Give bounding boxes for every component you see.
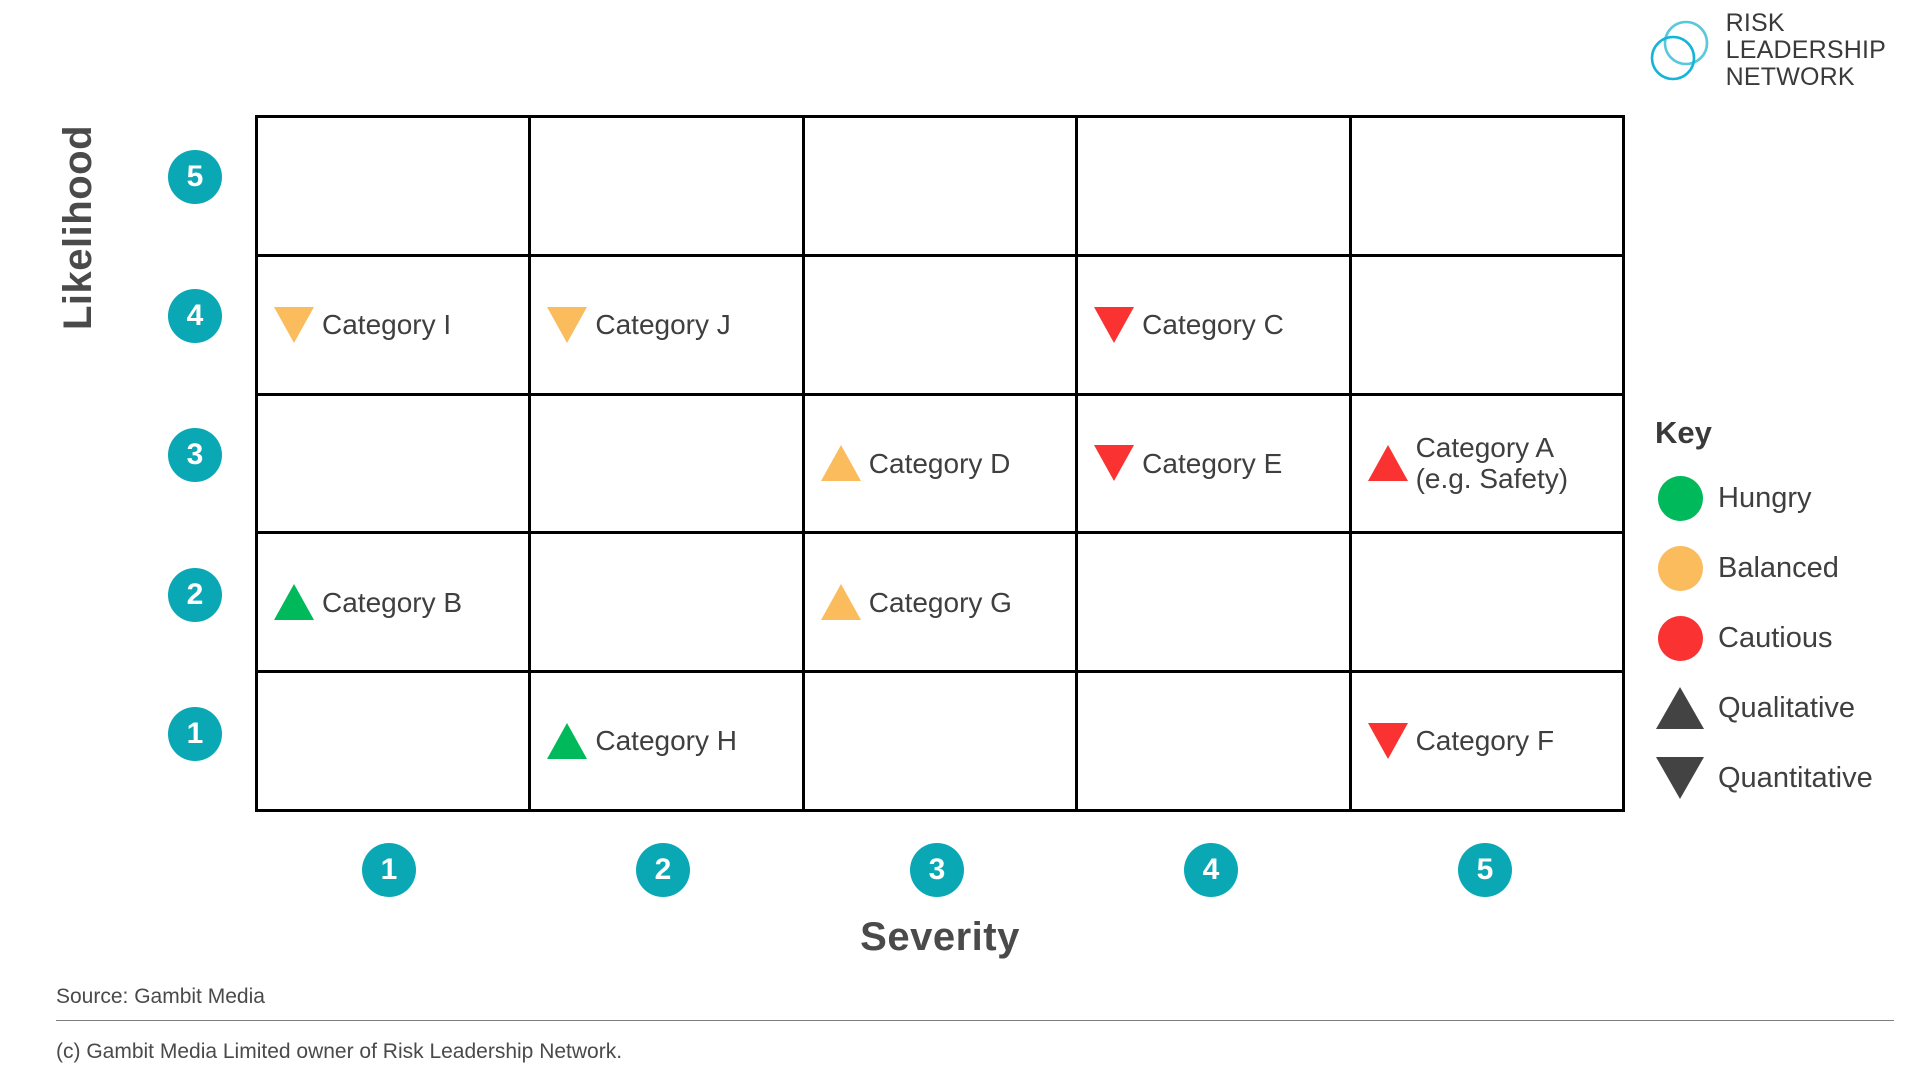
- y-axis-tick-4: 4: [168, 289, 222, 343]
- risk-matrix: Category I Category J Category C Categor…: [254, 115, 1626, 812]
- legend-label-hungry: Hungry: [1718, 481, 1812, 514]
- marker-quantitative-cautious-icon: [1094, 445, 1135, 482]
- cell-s2-l3[interactable]: [528, 392, 805, 535]
- cell-s3-l4[interactable]: [801, 253, 1079, 396]
- marker-quantitative-cautious-icon: [1367, 723, 1408, 760]
- cell-s2-l4[interactable]: Category J: [528, 253, 805, 396]
- x-axis-tick-1: 1: [362, 843, 416, 897]
- cell-s3-l2[interactable]: Category G: [801, 531, 1079, 674]
- legend-item-quantitative[interactable]: Quantitative: [1655, 743, 1905, 813]
- marker-label-category-d: Category D: [868, 447, 1011, 479]
- cell-s1-l2[interactable]: Category B: [254, 531, 532, 674]
- legend-key: Key Hungry Balanced Cautious Qualitative…: [1655, 415, 1905, 813]
- matrix-row-likelihood-1: Category H Category F: [254, 670, 1626, 812]
- legend-item-balanced[interactable]: Balanced: [1655, 533, 1905, 603]
- triangle-down-icon: [1656, 757, 1704, 799]
- marker-qualitative-hungry-icon: [274, 584, 314, 621]
- cell-s1-l4[interactable]: Category I: [254, 253, 532, 396]
- copyright-note: (c) Gambit Media Limited owner of Risk L…: [56, 1040, 623, 1063]
- marker-qualitative-hungry-icon: [547, 723, 588, 760]
- marker-label-category-c: Category C: [1142, 309, 1284, 340]
- marker-quantitative-cautious-icon: [1094, 306, 1135, 343]
- cell-s1-l3[interactable]: [254, 392, 532, 535]
- cell-s3-l5[interactable]: [801, 115, 1079, 257]
- cell-s5-l1[interactable]: Category F: [1348, 670, 1626, 812]
- circle-icon: [1657, 475, 1703, 521]
- interlocking-circles-icon: [1650, 20, 1708, 80]
- y-axis-tick-2: 2: [168, 568, 222, 622]
- brand-wordmark: RISK LEADERSHIP NETWORK: [1726, 10, 1886, 91]
- legend-swatch-quantitative: [1655, 757, 1705, 799]
- legend-item-hungry[interactable]: Hungry: [1655, 463, 1905, 533]
- x-axis-tick-5: 5: [1458, 843, 1512, 897]
- marker-label-category-a-line2: (e.g. Safety): [1415, 463, 1569, 495]
- circle-icon: [1657, 615, 1703, 661]
- marker-label-category-b: Category B: [322, 586, 463, 618]
- legend-swatch-balanced: [1655, 545, 1705, 591]
- brand-line-2: LEADERSHIP: [1725, 36, 1886, 64]
- cell-s1-l1[interactable]: [254, 670, 532, 812]
- cell-s5-l5[interactable]: [1348, 115, 1626, 257]
- cell-s3-l1[interactable]: [801, 670, 1079, 812]
- cell-s4-l2[interactable]: [1075, 531, 1352, 674]
- legend-swatch-hungry: [1655, 475, 1705, 521]
- marker-qualitative-cautious-icon: [1367, 445, 1408, 482]
- marker-quantitative-balanced-icon: [274, 306, 314, 343]
- cell-s4-l5[interactable]: [1075, 115, 1352, 257]
- cell-s4-l3[interactable]: Category E: [1075, 392, 1352, 535]
- legend-item-qualitative[interactable]: Qualitative: [1655, 673, 1905, 743]
- cell-s4-l1[interactable]: [1075, 670, 1352, 812]
- marker-label-category-j: Category J: [595, 309, 731, 340]
- matrix-row-likelihood-3: Category D Category E Category A (e.g. S…: [254, 392, 1626, 535]
- legend-title: Key: [1655, 415, 1712, 450]
- marker-quantitative-balanced-icon: [547, 306, 588, 343]
- y-axis-title: Likelihood: [56, 125, 100, 330]
- marker-label-category-a-line1: Category A: [1415, 432, 1555, 464]
- cell-s2-l2[interactable]: [528, 531, 805, 674]
- source-note: Source: Gambit Media: [56, 985, 265, 1008]
- marker-label-category-e: Category E: [1142, 447, 1283, 479]
- cell-s3-l3[interactable]: Category D: [801, 392, 1079, 535]
- x-axis-tick-3: 3: [910, 843, 964, 897]
- footer-divider: [56, 1020, 1894, 1021]
- legend-label-balanced: Balanced: [1718, 551, 1839, 584]
- cell-s5-l3[interactable]: Category A (e.g. Safety): [1348, 392, 1626, 535]
- legend-label-cautious: Cautious: [1718, 621, 1833, 654]
- triangle-up-icon: [1656, 687, 1704, 729]
- y-axis-tick-3: 3: [168, 428, 222, 482]
- marker-label-category-g: Category G: [868, 586, 1012, 618]
- x-axis-tick-4: 4: [1184, 843, 1238, 897]
- x-axis-title: Severity: [860, 915, 1020, 959]
- marker-qualitative-balanced-icon: [820, 584, 861, 621]
- cell-s1-l5[interactable]: [254, 115, 532, 257]
- matrix-row-likelihood-5: [254, 115, 1626, 257]
- marker-label-category-h: Category H: [595, 725, 738, 757]
- matrix-row-likelihood-4: Category I Category J Category C: [254, 253, 1626, 396]
- cell-s5-l4[interactable]: [1348, 253, 1626, 396]
- marker-label-category-a: Category A (e.g. Safety): [1416, 432, 1569, 495]
- legend-swatch-cautious: [1655, 615, 1705, 661]
- matrix-row-likelihood-2: Category B Category G: [254, 531, 1626, 674]
- cell-s5-l2[interactable]: [1348, 531, 1626, 674]
- legend-label-quantitative: Quantitative: [1718, 761, 1873, 794]
- circle-icon: [1657, 545, 1703, 591]
- y-axis-tick-5: 5: [168, 150, 222, 204]
- marker-label-category-f: Category F: [1415, 725, 1555, 757]
- marker-qualitative-balanced-icon: [820, 445, 861, 482]
- cell-s2-l1[interactable]: Category H: [528, 670, 805, 812]
- marker-label-category-i: Category I: [322, 309, 452, 340]
- legend-label-qualitative: Qualitative: [1718, 691, 1856, 724]
- brand-line-3: NETWORK: [1725, 63, 1855, 91]
- cell-s2-l5[interactable]: [528, 115, 805, 257]
- x-axis-tick-2: 2: [636, 843, 690, 897]
- brand-line-1: RISK: [1725, 9, 1785, 37]
- brand-logo: RISK LEADERSHIP NETWORK: [1646, 10, 1886, 91]
- legend-item-cautious[interactable]: Cautious: [1655, 603, 1905, 673]
- legend-swatch-qualitative: [1655, 687, 1705, 729]
- y-axis-tick-1: 1: [168, 707, 222, 761]
- cell-s4-l4[interactable]: Category C: [1075, 253, 1352, 396]
